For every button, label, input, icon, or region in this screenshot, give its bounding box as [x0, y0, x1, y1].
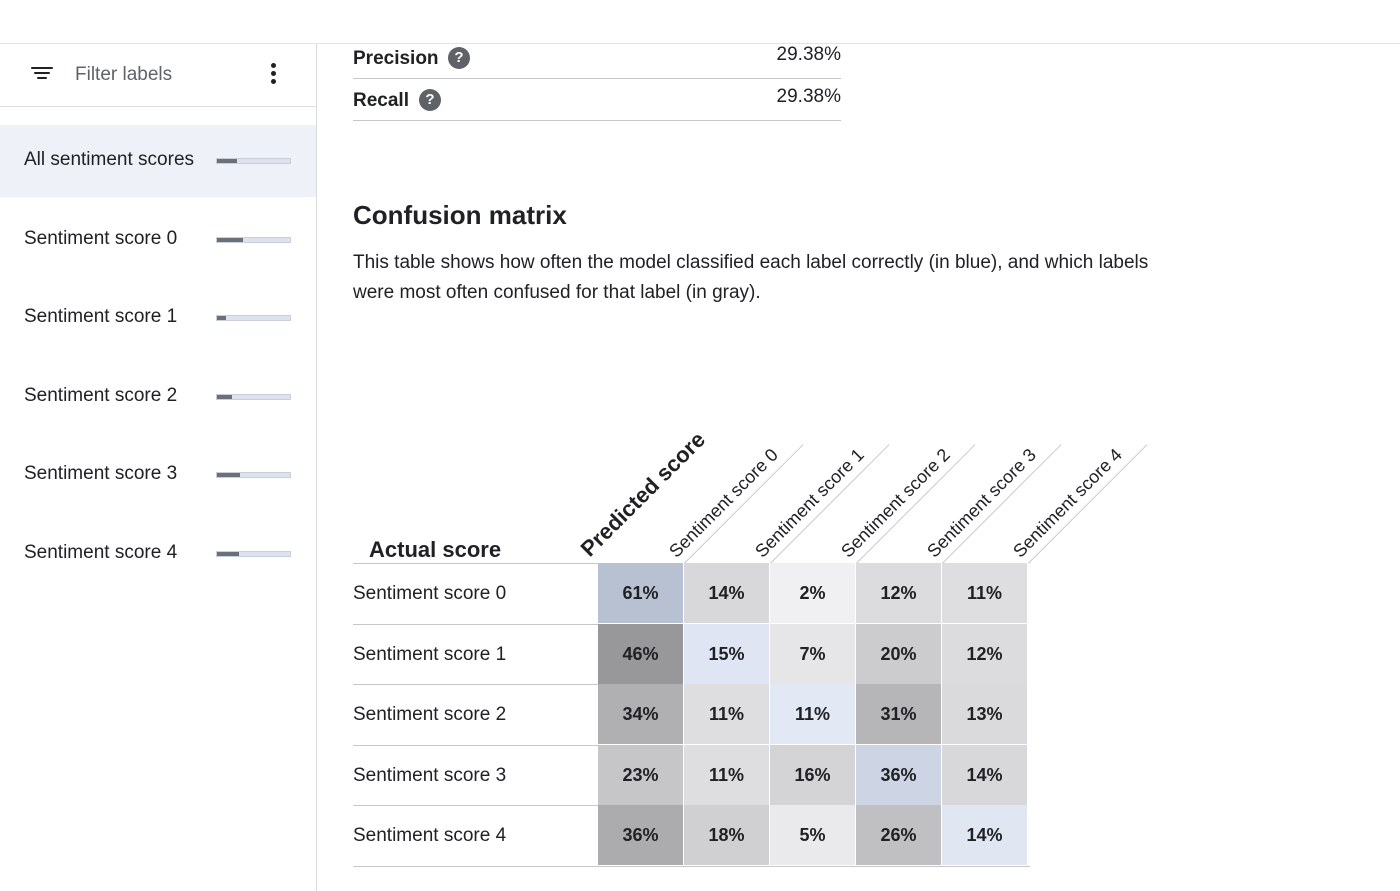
matrix-cell: 7% [770, 623, 856, 684]
row-label: Sentiment score 0 [353, 563, 598, 623]
score-bar [216, 550, 291, 557]
matrix-row: Sentiment score 1 46% 15% 7% 20% 12% [353, 623, 1030, 684]
help-icon[interactable]: ? [419, 89, 441, 111]
sidebar-item[interactable]: Sentiment score 4 [0, 518, 316, 590]
precision-label: Precision [353, 48, 439, 69]
sidebar-item-label: All sentiment scores [24, 149, 195, 170]
score-bar-fill [217, 316, 227, 320]
actual-score-header: Actual score [369, 537, 502, 562]
score-bar-fill [217, 394, 232, 399]
matrix-cell: 2% [770, 563, 856, 623]
sidebar-item[interactable]: All sentiment scores [0, 125, 316, 197]
sidebar-item-label: Sentiment score 4 [24, 541, 178, 563]
matrix-cell: 11% [684, 744, 770, 805]
row-label: Sentiment score 1 [353, 623, 598, 684]
matrix-cell: 11% [770, 684, 856, 744]
score-bar-fill [217, 551, 239, 556]
sidebar-item[interactable]: Sentiment score 2 [0, 361, 316, 433]
matrix-cell: 46% [598, 623, 684, 684]
more-options-icon[interactable] [262, 63, 284, 87]
matrix-cell: 34% [598, 684, 684, 744]
matrix-row: Sentiment score 3 23% 11% 16% 36% 14% [353, 744, 1030, 805]
matrix-row: Sentiment score 2 34% 11% 11% 31% 13% [353, 684, 1030, 744]
row-label: Sentiment score 3 [353, 744, 598, 805]
matrix-cell: 23% [598, 744, 684, 805]
matrix-cell: 15% [684, 623, 770, 684]
matrix-cell: 14% [942, 744, 1028, 805]
matrix-row: Sentiment score 0 61% 14% 2% 12% 11% [353, 563, 1030, 623]
matrix-cell: 12% [942, 623, 1028, 684]
score-bar [216, 236, 291, 243]
score-bar-fill [217, 159, 238, 163]
matrix-cell: 14% [942, 805, 1028, 865]
matrix-cell: 36% [598, 805, 684, 865]
matrix-cell: 31% [856, 684, 942, 744]
sidebar-item-label: Sentiment score 3 [24, 463, 178, 484]
precision-value: 29.38% [776, 44, 841, 65]
section-title: Confusion matrix [353, 200, 567, 230]
matrix-row: Sentiment score 4 36% 18% 5% 26% 14% [353, 805, 1030, 865]
sidebar-item[interactable]: Sentiment score 0 [0, 204, 316, 276]
score-bar-fill [217, 237, 244, 242]
column-divider [1028, 444, 1148, 564]
sidebar-item-label: Sentiment score 1 [24, 306, 178, 327]
matrix-cell: 18% [684, 805, 770, 865]
matrix-cell: 5% [770, 805, 856, 865]
section-description: This table shows how often the model cla… [353, 252, 1149, 303]
score-bar [216, 158, 291, 164]
matrix-cell: 16% [770, 744, 856, 805]
matrix-cell: 26% [856, 805, 942, 865]
matrix-cell: 11% [942, 563, 1028, 623]
label-sidebar: Filter labels All sentiment scores Sentim… [0, 44, 317, 891]
recall-label: Recall [353, 90, 409, 111]
score-bar [216, 472, 291, 478]
precision-row: Precision ? 29.38% [353, 36, 841, 79]
help-icon[interactable]: ? [448, 47, 470, 69]
score-bar [216, 393, 291, 400]
row-label: Sentiment score 4 [353, 805, 598, 865]
recall-value: 29.38% [776, 86, 841, 107]
matrix-cell: 14% [684, 563, 770, 623]
filter-labels-input[interactable]: Filter labels [75, 64, 172, 86]
matrix-cell: 11% [684, 684, 770, 744]
matrix-cell: 13% [942, 684, 1028, 744]
matrix-cell: 61% [598, 563, 684, 623]
matrix-cell: 12% [856, 563, 942, 623]
sidebar-item-label: Sentiment score 0 [24, 227, 178, 249]
matrix-cell: 36% [856, 744, 942, 805]
matrix-cell: 20% [856, 623, 942, 684]
filter-icon[interactable] [30, 67, 54, 83]
row-label: Sentiment score 2 [353, 684, 598, 744]
sidebar-item-label: Sentiment score 2 [24, 384, 178, 406]
matrix-bottom-divider [353, 866, 1030, 867]
score-bar-fill [217, 473, 240, 477]
filter-bar: Filter labels [0, 44, 316, 107]
sidebar-item[interactable]: Sentiment score 3 [0, 439, 316, 511]
recall-row: Recall ? 29.38% [353, 78, 841, 121]
score-bar [216, 315, 291, 321]
sidebar-item[interactable]: Sentiment score 1 [0, 282, 316, 354]
